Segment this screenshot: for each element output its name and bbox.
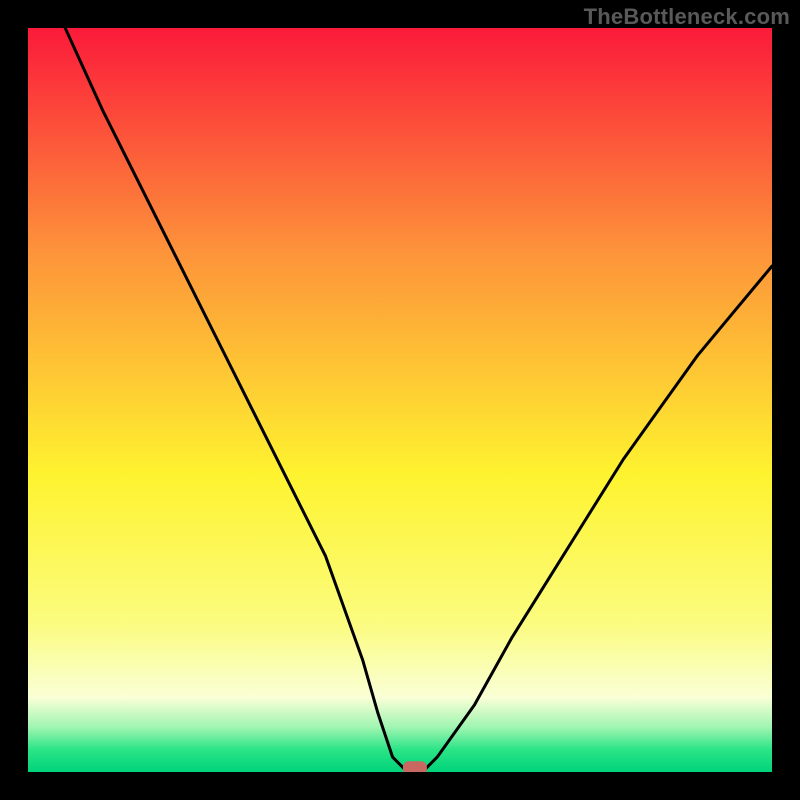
watermark-text: TheBottleneck.com: [584, 4, 790, 30]
chart-plot-area: [28, 28, 772, 772]
outer-frame: TheBottleneck.com: [0, 0, 800, 800]
chart-svg: [28, 28, 772, 772]
gradient-background: [28, 28, 772, 772]
optimal-point-marker: [403, 761, 427, 772]
